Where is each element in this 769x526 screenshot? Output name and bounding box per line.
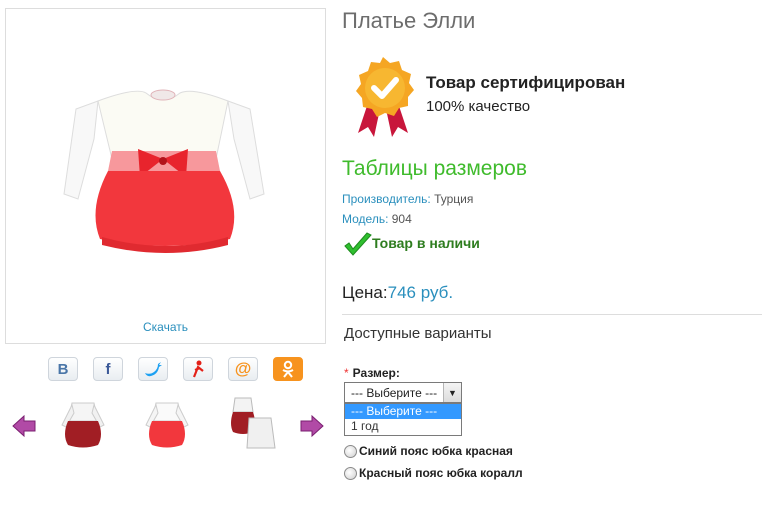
- stock-status: Товар в наличи: [372, 235, 480, 251]
- size-label: Размер:: [352, 366, 400, 380]
- mailru-share-button[interactable]: @: [228, 357, 258, 381]
- thumbnail-dress-1[interactable]: [52, 395, 114, 457]
- variant-radio-label: Красный пояс юбка коралл: [359, 465, 523, 480]
- thumbnail-dress-3[interactable]: [221, 392, 283, 454]
- odnoklassniki-share-button[interactable]: [273, 357, 303, 381]
- carousel-prev-arrow-icon[interactable]: [11, 413, 37, 439]
- chevron-down-icon[interactable]: ▼: [443, 383, 461, 402]
- size-label-row: * Размер:: [344, 366, 400, 380]
- model-row: Модель: 904: [342, 212, 412, 226]
- radio-button[interactable]: [344, 445, 357, 458]
- mailru-icon: @: [234, 359, 252, 378]
- product-title: Платье Элли: [342, 8, 476, 33]
- price-value: 746 руб.: [387, 283, 454, 302]
- carousel-next-arrow-icon[interactable]: [299, 413, 325, 439]
- moikrug-icon: [192, 360, 204, 378]
- size-select[interactable]: --- Выберите --- ▼: [344, 382, 462, 403]
- vk-share-button[interactable]: В: [48, 357, 78, 381]
- size-tables-link[interactable]: Таблицы размеров: [342, 157, 527, 181]
- size-select-value: --- Выберите ---: [351, 386, 438, 400]
- model-value: 904: [391, 212, 412, 226]
- product-image-dress: [63, 89, 265, 253]
- thumbnail-dress-2[interactable]: [136, 395, 198, 457]
- in-stock-check-icon: [344, 232, 372, 256]
- certificate-badge-icon: [356, 57, 414, 137]
- certificate-title: Товар сертифицирован: [426, 73, 626, 92]
- radio-button[interactable]: [344, 467, 357, 480]
- manufacturer-row: Производитель: Турция: [342, 192, 473, 206]
- variant-radio-red-belt[interactable]: Красный пояс юбка коралл: [344, 465, 523, 480]
- price-label: Цена:: [342, 283, 388, 302]
- vk-icon: В: [57, 360, 69, 378]
- manufacturer-label: Производитель:: [342, 192, 431, 206]
- download-image-link[interactable]: Скачать: [5, 320, 326, 334]
- manufacturer-value: Турция: [434, 192, 474, 206]
- size-option[interactable]: 1 год: [345, 419, 461, 434]
- divider: [342, 314, 762, 315]
- facebook-share-button[interactable]: f: [93, 357, 123, 381]
- available-variants-heading: Доступные варианты: [344, 325, 492, 342]
- twitter-share-button[interactable]: [138, 357, 168, 381]
- model-label: Модель:: [342, 212, 389, 226]
- odnoklassniki-icon: [282, 360, 294, 378]
- product-image-frame[interactable]: [5, 8, 326, 344]
- moikrug-share-button[interactable]: [183, 357, 213, 381]
- certificate-subtitle: 100% качество: [426, 98, 531, 115]
- price: Цена:746 руб.: [342, 283, 453, 303]
- variant-radio-blue-belt[interactable]: Синий пояс юбка красная: [344, 443, 513, 458]
- size-dropdown-list: --- Выберите --- 1 год: [344, 403, 462, 436]
- size-option[interactable]: --- Выберите ---: [345, 404, 461, 419]
- facebook-icon: f: [105, 360, 111, 378]
- variant-radio-label: Синий пояс юбка красная: [359, 443, 513, 458]
- twitter-icon: [145, 362, 162, 377]
- required-asterisk: *: [344, 366, 349, 380]
